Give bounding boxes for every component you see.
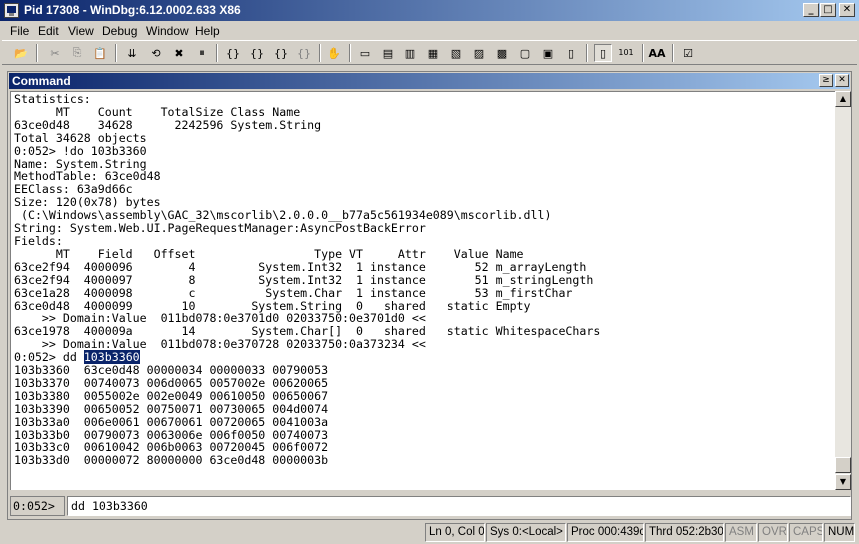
output-line: Total 34628 objects — [14, 130, 147, 145]
command-window-caption[interactable]: Command ≥ ✕ — [9, 73, 850, 89]
vertical-scrollbar[interactable]: ▲ ▼ — [835, 91, 851, 490]
paste-icon[interactable]: 📋 — [91, 44, 109, 62]
menu-file[interactable]: File — [10, 24, 29, 38]
toolbar-separator — [36, 44, 38, 62]
restart-icon[interactable]: ⟲ — [147, 44, 165, 62]
memory-window-icon[interactable]: ▧ — [447, 44, 465, 62]
command-close-icon[interactable]: ✕ — [835, 74, 849, 87]
scroll-down-button[interactable]: ▼ — [835, 474, 851, 490]
disassembly-window-icon[interactable]: ▩ — [493, 44, 511, 62]
menu-window[interactable]: Window — [146, 24, 189, 38]
menu-help[interactable]: Help — [195, 24, 220, 38]
status-position: Ln 0, Col 0 — [425, 523, 485, 542]
status-thread: Thrd 052:2b30 — [645, 523, 724, 542]
status-process: Proc 000:439c — [567, 523, 644, 542]
toolbar-separator — [349, 44, 351, 62]
toolbar-separator — [319, 44, 321, 62]
output-line: Statistics: — [14, 92, 91, 106]
output-line: MethodTable: 63ce0d48 — [14, 169, 161, 184]
dump-line: 103b33d0 00000072 80000000 63ce0d48 0000… — [14, 453, 329, 468]
output-line: MT Field Offset Type VT Attr Value Name — [14, 246, 524, 261]
window-title: Pid 17308 - WinDbg:6.12.0002.633 X86 — [24, 3, 241, 17]
toolbar-separator — [672, 44, 674, 62]
step-over-icon[interactable]: {} — [248, 44, 266, 62]
options-icon[interactable]: ☑ — [679, 44, 697, 62]
toolbar: 📂 ✂ ⎘ 📋 ⇊ ⟲ ✖ ⏸ {} {} {} {} ✋ ▭ ▤ ▥ ▦ ▧ … — [2, 40, 857, 65]
processes-threads-icon[interactable]: ▣ — [539, 44, 557, 62]
output-line: MT Count TotalSize Class Name — [14, 104, 301, 119]
scroll-up-button[interactable]: ▲ — [835, 91, 851, 107]
windbg-app-icon[interactable] — [4, 3, 19, 18]
hex-mode-icon[interactable]: 101 — [616, 44, 636, 62]
output-line: String: System.Web.UI.PageRequestManager… — [14, 221, 426, 236]
break-icon[interactable]: ⏸ — [193, 44, 211, 62]
command-dock-icon[interactable]: ≥ — [819, 74, 833, 87]
cut-icon[interactable]: ✂ — [46, 44, 64, 62]
output-text: Statistics: MT Count TotalSize Class Nam… — [14, 93, 835, 467]
status-asm: ASM — [725, 523, 757, 542]
dump-line: 103b3380 0055002e 002e0049 00610050 0065… — [14, 388, 329, 403]
prompt-label: 0:052> — [10, 496, 65, 516]
menu-edit[interactable]: Edit — [38, 24, 59, 38]
copy-icon[interactable]: ⎘ — [68, 44, 86, 62]
run-to-cursor-icon[interactable]: {} — [295, 44, 313, 62]
output-line: 63ce1a28 4000098 c System.Char 1 instanc… — [14, 285, 573, 300]
menu-view[interactable]: View — [68, 24, 94, 38]
status-system: Sys 0:<Local> — [486, 523, 566, 542]
dump-line: 103b3390 00650052 00750071 00730065 004d… — [14, 401, 329, 416]
locals-window-icon[interactable]: ▥ — [401, 44, 419, 62]
minimize-button[interactable]: _ — [803, 3, 819, 17]
maximize-button[interactable]: □ — [820, 3, 836, 17]
selected-address[interactable]: 103b3360 — [83, 350, 140, 365]
menu-debug[interactable]: Debug — [102, 24, 137, 38]
breakpoint-hand-icon[interactable]: ✋ — [325, 44, 343, 62]
open-icon[interactable]: 📂 — [12, 44, 30, 62]
dump-line: 103b33a0 006e0061 00670061 00720065 0041… — [14, 414, 329, 429]
command-window-title: Command — [12, 74, 71, 88]
scratch-pad-icon[interactable]: ▢ — [516, 44, 534, 62]
step-out-icon[interactable]: {} — [272, 44, 290, 62]
status-num: NUM — [824, 523, 855, 542]
command-output[interactable]: Statistics: MT Count TotalSize Class Nam… — [10, 91, 835, 490]
status-bar: Ln 0, Col 0 Sys 0:<Local> Proc 000:439c … — [0, 522, 859, 544]
toolbar-separator — [216, 44, 218, 62]
toolbar-separator — [642, 44, 644, 62]
source-mode-toggle-icon[interactable]: ▯ — [594, 44, 612, 62]
dd-prompt: 0:052> dd — [14, 350, 84, 365]
call-stack-window-icon[interactable]: ▨ — [470, 44, 488, 62]
font-icon[interactable]: AA — [648, 44, 666, 62]
output-line: 63ce2f94 4000096 4 System.Int32 1 instan… — [14, 259, 587, 274]
menu-bar: File Edit View Debug Window Help — [0, 21, 859, 40]
watch-window-icon[interactable]: ▤ — [379, 44, 397, 62]
close-button[interactable]: ✕ — [839, 3, 855, 17]
output-line: Fields: — [14, 233, 63, 248]
step-into-icon[interactable]: {} — [224, 44, 242, 62]
command-window: Command ≥ ✕ Statistics: MT Count TotalSi… — [7, 71, 852, 520]
status-caps: CAPS — [789, 523, 823, 542]
command-input[interactable] — [67, 496, 851, 516]
status-ovr: OVR — [758, 523, 788, 542]
go-icon[interactable]: ⇊ — [123, 44, 141, 62]
title-bar[interactable]: Pid 17308 - WinDbg:6.12.0002.633 X86 _ □… — [0, 0, 859, 21]
toolbar-separator — [586, 44, 588, 62]
registers-window-icon[interactable]: ▦ — [424, 44, 442, 62]
dump-line: 103b3370 00740073 006d0065 0057002e 0062… — [14, 375, 329, 390]
command-window-icon[interactable]: ▭ — [356, 44, 374, 62]
stop-debugging-icon[interactable]: ✖ — [170, 44, 188, 62]
dump-line: 103b3360 63ce0d48 00000034 00000033 0079… — [14, 363, 329, 378]
scrollbar-thumb[interactable] — [835, 457, 851, 473]
output-line: 63ce0d48 34628 2242596 System.String — [14, 117, 322, 132]
source-mode-icon[interactable]: ▯ — [562, 44, 580, 62]
toolbar-separator — [115, 44, 117, 62]
output-line: 63ce2f94 4000097 8 System.Int32 1 instan… — [14, 272, 594, 287]
output-line: 0:052> !do 103b3360 — [14, 143, 147, 158]
